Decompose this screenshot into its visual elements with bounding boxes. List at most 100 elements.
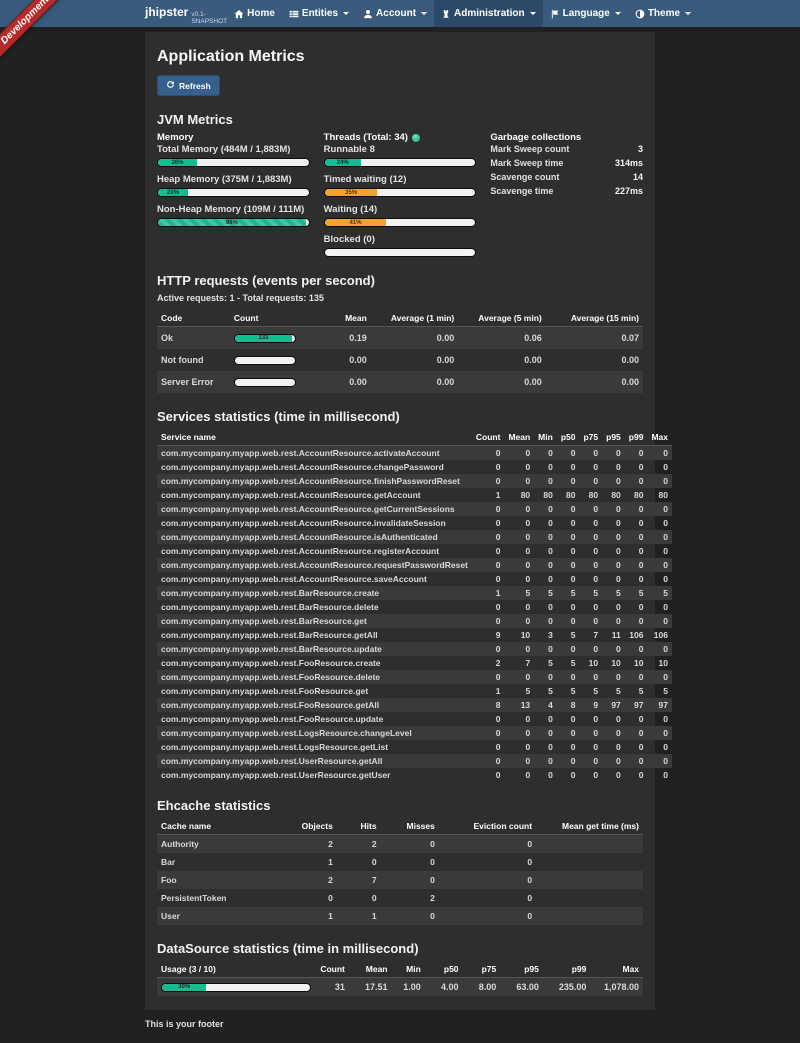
table-row: com.mycompany.myapp.web.rest.AccountReso… [157,572,672,586]
column-header: Average (1 min) [371,310,458,327]
service-value-cell: 0 [647,474,672,488]
nav-item-entities[interactable]: Entities [282,0,356,27]
column-header: Eviction count [439,818,536,835]
service-value-cell: 5 [504,684,534,698]
nav-item-label: Entities [302,8,338,19]
refresh-icon [166,80,175,91]
service-value-cell: 13 [504,698,534,712]
service-name-cell: com.mycompany.myapp.web.rest.FooResource… [157,698,472,712]
service-value-cell: 0 [534,614,557,628]
cache-value-cell: 0 [381,871,439,889]
service-value-cell: 0 [579,642,602,656]
nav-item-language[interactable]: Language [543,0,628,27]
service-name-cell: com.mycompany.myapp.web.rest.BarResource… [157,628,472,642]
service-value-cell: 0 [472,558,505,572]
service-value-cell: 0 [534,726,557,740]
column-header: p99 [625,429,648,446]
nav-item-administration[interactable]: Administration [434,0,543,27]
service-value-cell: 0 [647,614,672,628]
table-row: com.mycompany.myapp.web.rest.FooResource… [157,712,672,726]
service-value-cell: 0 [625,726,648,740]
service-value-cell: 0 [647,558,672,572]
table-row: com.mycompany.myapp.web.rest.BarResource… [157,642,672,656]
table-row: com.mycompany.myapp.web.rest.UserResourc… [157,754,672,768]
service-value-cell: 0 [579,572,602,586]
cache-value-cell: 0 [381,853,439,871]
column-header: Code [157,310,230,327]
progress-label: 41% [350,220,362,226]
column-header: Cache name [157,818,288,835]
brand[interactable]: jhipster v0.1-SNAPSHOT [145,0,227,27]
progress-bar: 26% [157,158,310,167]
nav-item-home[interactable]: Home [227,0,282,27]
service-value-cell: 0 [647,726,672,740]
service-value-cell: 0 [625,600,648,614]
table-header-row: Cache nameObjectsHitsMissesEviction coun… [157,818,643,835]
table-row: PersistentToken0020 [157,889,643,907]
progress-bar: 35% [324,188,477,197]
service-value-cell: 0 [602,558,625,572]
service-value-cell: 0 [625,614,648,628]
service-value-cell: 0 [472,516,505,530]
service-name-cell: com.mycompany.myapp.web.rest.BarResource… [157,600,472,614]
cache-name-cell: PersistentToken [157,889,288,907]
flag-icon [550,9,560,19]
table-header-row: CodeCountMeanAverage (1 min)Average (5 m… [157,310,643,327]
service-value-cell: 80 [602,488,625,502]
service-value-cell: 0 [625,544,648,558]
nav-item-label: Language [563,8,610,19]
cache-value-cell: 1 [288,853,337,871]
cache-value-cell: 2 [337,835,381,854]
service-value-cell: 0 [647,446,672,461]
service-value-cell: 0 [472,712,505,726]
service-value-cell: 0 [579,460,602,474]
service-value-cell: 0 [602,544,625,558]
service-value-cell: 7 [504,656,534,670]
progress-fill: 24% [325,159,361,166]
service-value-cell: 97 [625,698,648,712]
ehcache-section-title: Ehcache statistics [157,798,643,813]
table-row: Authority2200 [157,835,643,854]
service-value-cell: 0 [625,768,648,782]
service-value-cell: 0 [579,670,602,684]
service-value-cell: 106 [647,628,672,642]
column-header: Average (15 min) [546,310,643,327]
gc-label: Mark Sweep time [490,157,563,171]
refresh-button[interactable]: Refresh [157,75,220,96]
service-value-cell: 80 [504,488,534,502]
service-name-cell: com.mycompany.myapp.web.rest.UserResourc… [157,754,472,768]
service-value-cell: 0 [504,544,534,558]
nav-item-label: Account [376,8,416,19]
service-value-cell: 0 [647,712,672,726]
datasource-value-cell: 31 [315,978,349,997]
service-value-cell: 0 [557,446,580,461]
progress-bar: 133 [234,334,296,343]
service-value-cell: 0 [625,642,648,656]
service-value-cell: 5 [504,586,534,600]
service-value-cell: 0 [504,768,534,782]
user-icon [363,9,373,19]
nav-item-account[interactable]: Account [356,0,434,27]
cache-value-cell: 0 [381,835,439,854]
service-value-cell: 8 [472,698,505,712]
table-row: com.mycompany.myapp.web.rest.AccountReso… [157,516,672,530]
progress-bar: 24% [324,158,477,167]
gc-value: 14 [633,171,643,185]
service-value-cell: 0 [504,474,534,488]
service-value-cell: 0 [579,712,602,726]
column-header: Max [590,961,643,978]
progress-fill: 20% [158,189,188,196]
service-value-cell: 0 [472,446,505,461]
nav-item-theme[interactable]: Theme [628,0,698,27]
table-row: com.mycompany.myapp.web.rest.AccountReso… [157,558,672,572]
service-value-cell: 106 [625,628,648,642]
service-value-cell: 0 [504,572,534,586]
service-value-cell: 0 [557,726,580,740]
service-value-cell: 0 [534,558,557,572]
chevron-down-icon [615,12,621,15]
service-value-cell: 5 [602,684,625,698]
service-value-cell: 0 [602,712,625,726]
service-value-cell: 0 [579,544,602,558]
gc-label: Scavenge count [490,171,559,185]
progress-fill: 98% [158,219,306,226]
